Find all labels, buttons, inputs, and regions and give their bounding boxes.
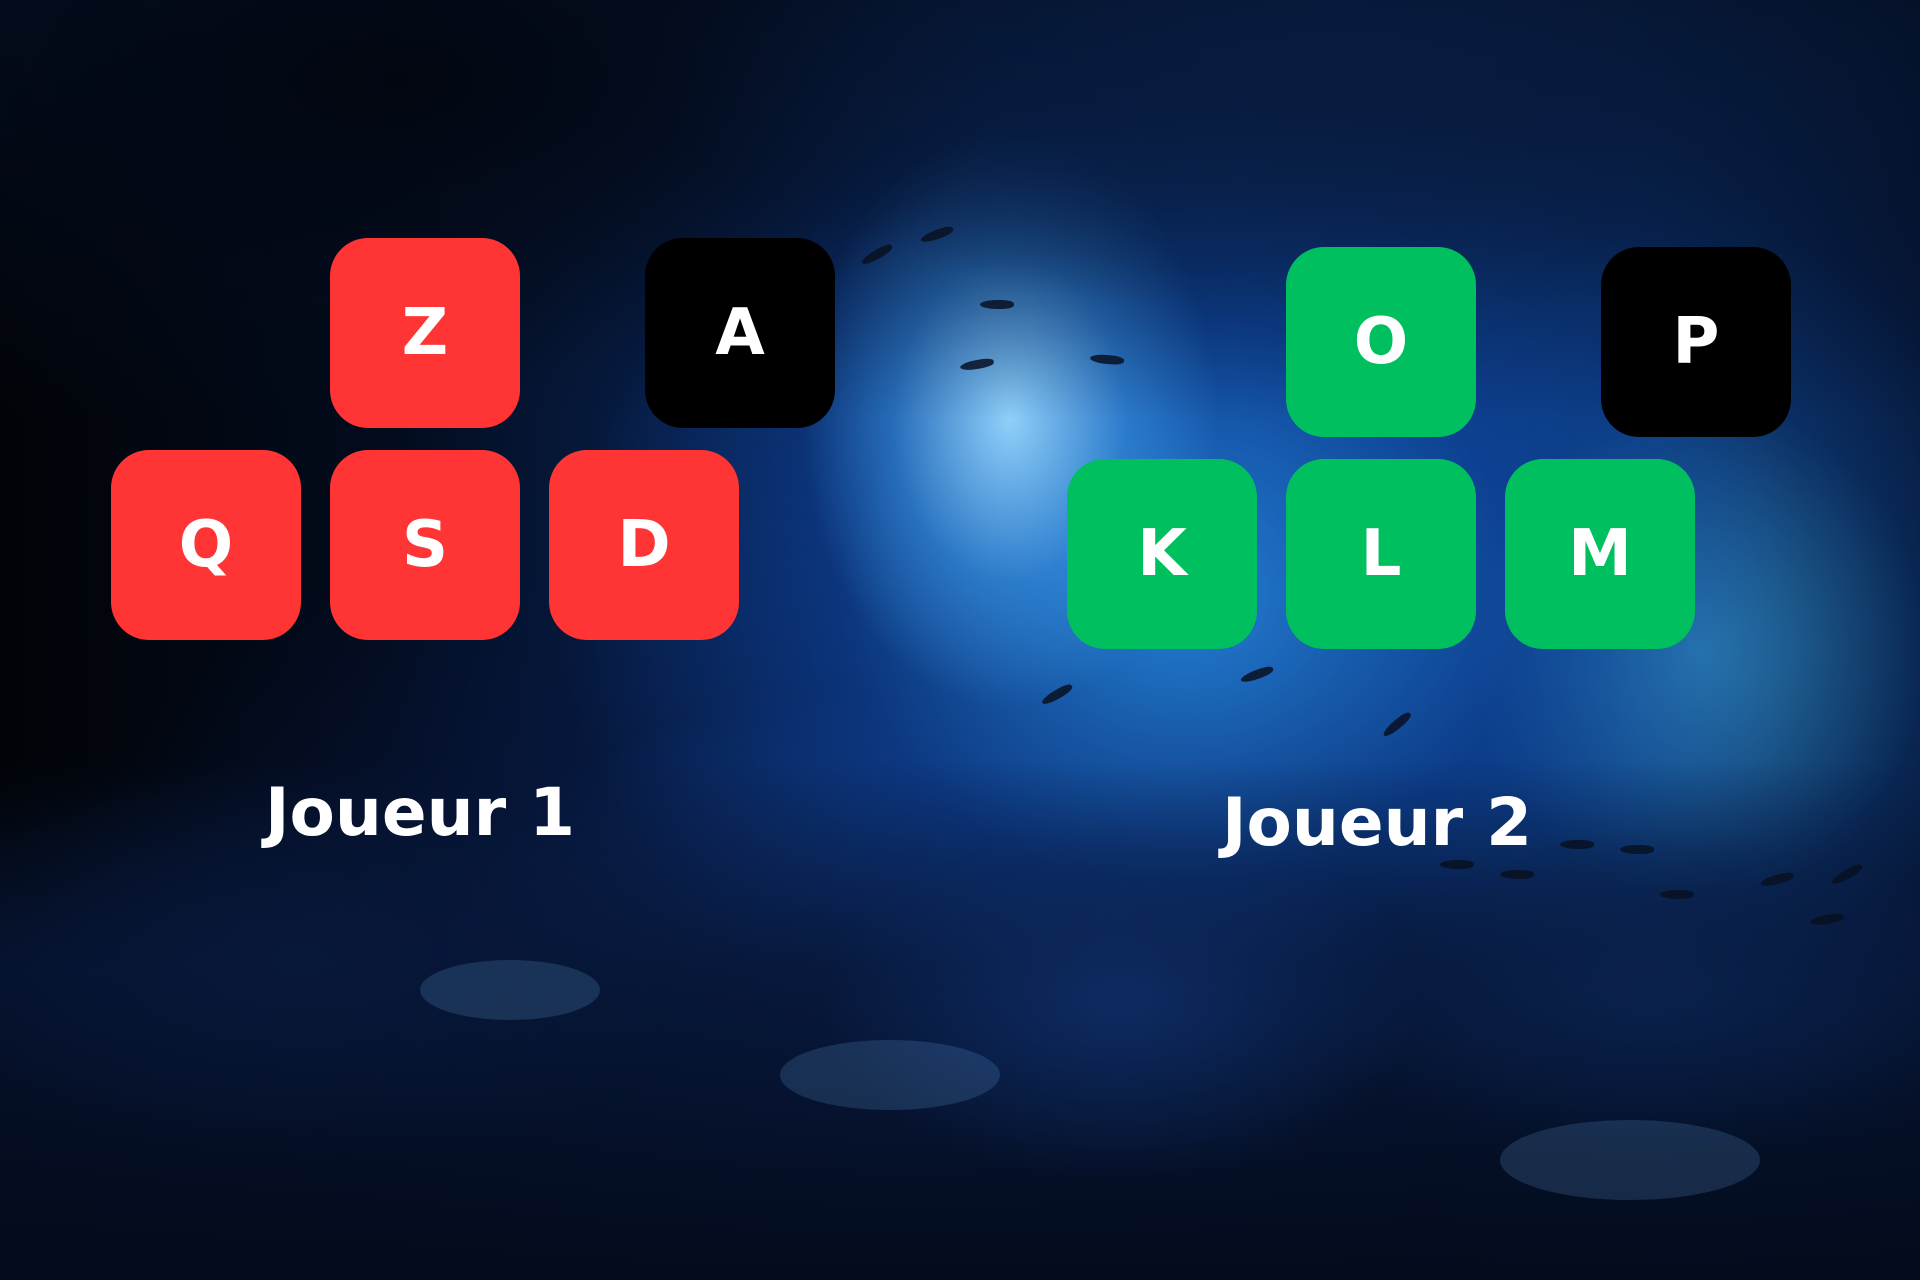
fish [1620,845,1654,854]
player1-label: Joueur 1 [265,774,576,851]
player2-label: Joueur 2 [1222,784,1533,861]
player1-key-right: D [549,450,739,640]
player2-key-down: L [1286,459,1476,649]
player2-key-action: P [1601,247,1791,437]
player1-key-up: Z [330,238,520,428]
underwater-cave-background: Z A Q S D Joueur 1 O P K L M Joueur 2 [0,0,1920,1280]
fish [980,300,1014,309]
fish [1440,860,1474,869]
player1-key-left: Q [111,450,301,640]
player2-key-up: O [1286,247,1476,437]
fish [1560,840,1594,849]
player1-key-down: S [330,450,520,640]
player2-key-right: M [1505,459,1695,649]
fish [1040,682,1074,707]
fish [1660,890,1694,899]
player1-key-action: A [645,238,835,428]
reef-light-patch [780,1040,1000,1110]
fish [1239,664,1275,685]
fish [1500,870,1534,879]
player2-key-left: K [1067,459,1257,649]
reef-light-patch [1500,1120,1760,1200]
fish [1381,710,1413,739]
reef-light-patch [420,960,600,1020]
